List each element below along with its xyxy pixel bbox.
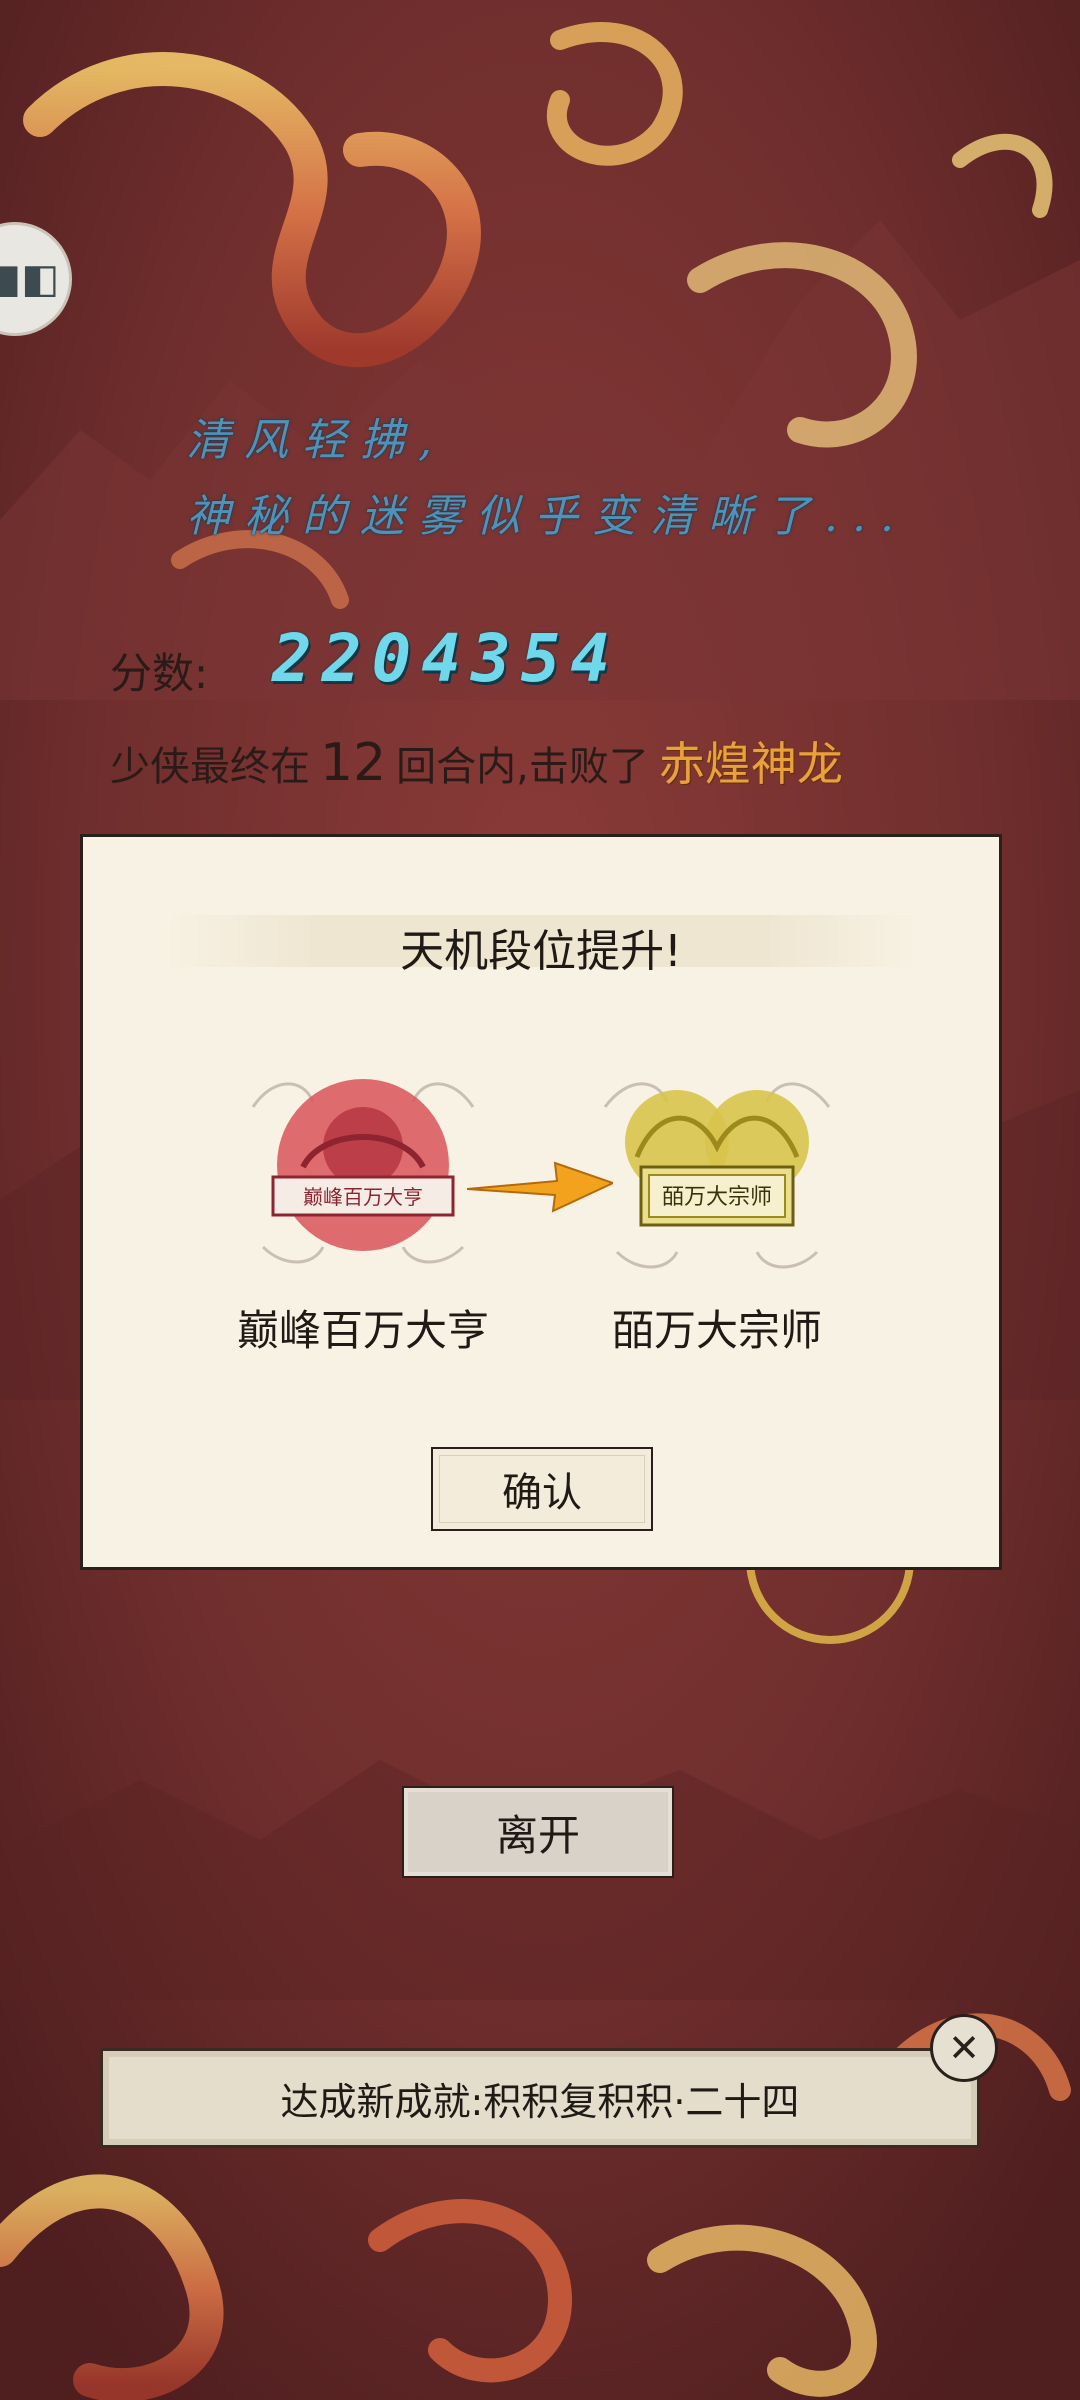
from-rank-emblem-text: 巅峰百万大亨 <box>303 1185 423 1209</box>
to-rank-emblem-text: 皕万大宗师 <box>662 1185 772 1210</box>
achievement-text: 达成新成就:积积复积积·二十四 <box>280 2079 800 2124</box>
from-rank-emblem: 巅峰百万大亨 <box>251 1079 475 1264</box>
rank-up-dialog: 天机段位提升! 巅峰百万大亨 皕万大宗师 巅峰百万大亨 皕万大宗师 确认 <box>80 834 1002 1570</box>
leave-button[interactable]: 离开 <box>402 1786 674 1878</box>
close-icon[interactable]: ✕ <box>930 2014 998 2082</box>
result-middle: 回合内,击败了 <box>396 744 649 790</box>
leave-button-label: 离开 <box>495 1810 580 1860</box>
dialog-title: 天机段位提升! <box>400 926 682 977</box>
poem-line-1: 清风轻拂, <box>186 415 446 466</box>
achievement-banner: 达成新成就:积积复积积·二十四 ✕ <box>100 2014 998 2156</box>
confirm-button-label: 确认 <box>502 1470 582 1516</box>
result-prefix: 少侠最终在 <box>110 744 310 790</box>
to-rank-name: 皕万大宗师 <box>611 1306 822 1355</box>
battle-result-line: 少侠最终在 12 回合内,击败了 赤煌神龙 <box>110 728 843 794</box>
from-rank-name: 巅峰百万大亨 <box>236 1306 489 1355</box>
score-value: 2204354 <box>272 620 621 697</box>
upgrade-arrow-icon <box>467 1161 613 1213</box>
to-rank-emblem: 皕万大宗师 <box>603 1082 831 1269</box>
score-label: 分数: <box>110 649 209 698</box>
result-rounds: 12 <box>320 733 387 793</box>
app-badge-icon: ■◧ <box>0 256 59 302</box>
poem-line-2: 神秘的迷雾似乎变清晰了... <box>186 491 908 542</box>
confirm-button[interactable]: 确认 <box>431 1447 653 1531</box>
defeated-boss-name: 赤煌神龙 <box>658 737 843 791</box>
